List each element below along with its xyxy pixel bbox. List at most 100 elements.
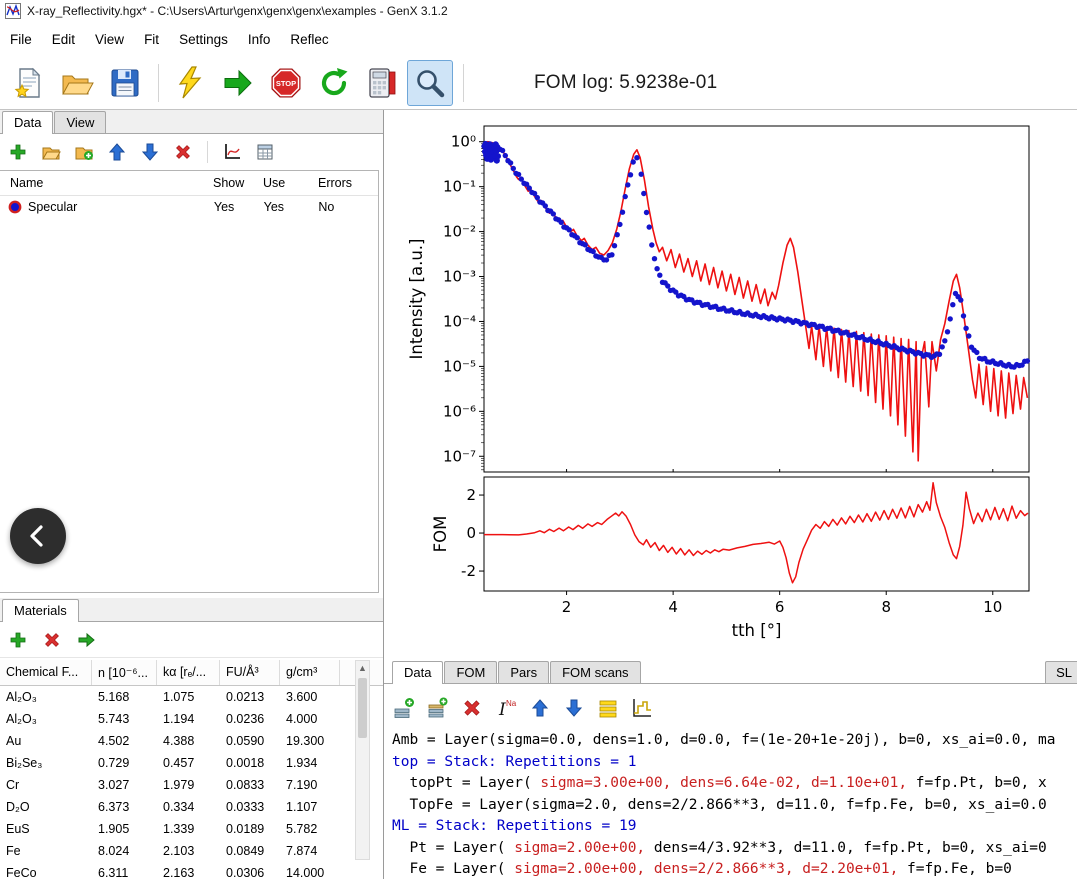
menu-info[interactable]: Info <box>238 25 281 54</box>
restart-fit-button[interactable] <box>311 60 357 106</box>
tab-sld-fragment[interactable]: SL <box>1045 661 1077 683</box>
simulate-button[interactable] <box>167 60 213 106</box>
delete-dataset-icon <box>173 142 193 162</box>
menu-settings[interactable]: Settings <box>169 25 238 54</box>
import-dataset-button[interactable] <box>39 140 63 164</box>
tab-fom[interactable]: FOM <box>444 661 497 683</box>
material-row[interactable]: Fe8.0242.1030.08497.874 <box>0 840 384 862</box>
open-model-icon <box>60 66 94 100</box>
column-header[interactable]: n [10⁻⁶... <box>92 660 157 685</box>
code-editor[interactable]: Amb = Layer(sigma=0.0, dens=1.0, d=0.0, … <box>392 730 1077 879</box>
svg-text:10⁻⁷: 10⁻⁷ <box>443 447 476 465</box>
instrument-button[interactable]: I Na <box>494 696 518 720</box>
material-cell: 6.373 <box>92 798 157 816</box>
apply-material-button[interactable] <box>74 628 98 652</box>
materials-scrollbar[interactable]: ▲ <box>355 660 370 860</box>
material-cell: 0.0189 <box>220 820 280 838</box>
start-fit-button[interactable] <box>215 60 261 106</box>
plot-settings-icon <box>222 142 242 162</box>
dataset-errors: No <box>318 200 378 214</box>
materials-tbody: Al₂O₃5.1681.0750.02133.600Al₂O₃5.7431.19… <box>0 686 384 879</box>
move-down-button[interactable] <box>138 140 162 164</box>
material-cell: 19.300 <box>280 732 340 750</box>
delete-material-icon <box>42 630 62 650</box>
delete-item-button[interactable] <box>460 696 484 720</box>
svg-text:0: 0 <box>466 524 476 542</box>
sld-profile-icon <box>631 697 653 719</box>
material-row[interactable]: Au4.5024.3880.059019.300 <box>0 730 384 752</box>
material-cell: 0.0236 <box>220 710 280 728</box>
sld-profile-button[interactable] <box>630 696 654 720</box>
calc-button[interactable] <box>253 140 277 164</box>
grid-view-button[interactable] <box>596 696 620 720</box>
column-header[interactable]: Show <box>213 176 263 190</box>
dataset-row[interactable]: Specular Yes Yes No <box>0 196 378 218</box>
column-header[interactable]: Chemical F... <box>0 660 92 685</box>
column-header[interactable]: g/cm³ <box>280 660 340 685</box>
add-simulation-button[interactable] <box>72 140 96 164</box>
material-row[interactable]: FeCo6.3112.1630.030614.000 <box>0 862 384 879</box>
reflectivity-plot[interactable]: 10⁰10⁻¹10⁻²10⁻³10⁻⁴10⁻⁵10⁻⁶10⁻⁷-20224681… <box>384 110 1077 656</box>
zoom-icon <box>414 67 446 99</box>
open-model-button[interactable] <box>54 60 100 106</box>
material-cell: 1.194 <box>157 710 220 728</box>
error-calc-button[interactable] <box>359 60 405 106</box>
menu-file[interactable]: File <box>0 25 42 54</box>
tab-data[interactable]: Data <box>2 111 53 134</box>
scroll-up-icon[interactable]: ▲ <box>356 661 369 676</box>
svg-text:6: 6 <box>775 598 785 616</box>
delete-dataset-button[interactable] <box>171 140 195 164</box>
move-up-button[interactable] <box>105 140 129 164</box>
svg-text:-2: -2 <box>461 562 476 580</box>
add-material-icon <box>8 630 28 650</box>
column-header[interactable]: kα [rₑ/... <box>157 660 220 685</box>
save-model-button[interactable] <box>102 60 148 106</box>
toolbar-separator <box>158 64 159 102</box>
tab-pars[interactable]: Pars <box>498 661 549 683</box>
add-material-button[interactable] <box>6 628 30 652</box>
column-header[interactable]: Use <box>263 176 318 190</box>
material-row[interactable]: Bi₂Se₃0.7290.4570.00181.934 <box>0 752 384 774</box>
new-model-button[interactable] <box>6 60 52 106</box>
material-row[interactable]: Al₂O₃5.7431.1940.02364.000 <box>0 708 384 730</box>
move-layer-up-button[interactable] <box>528 696 552 720</box>
zoom-button[interactable] <box>407 60 453 106</box>
column-header[interactable]: Name <box>0 176 213 190</box>
column-header[interactable]: FU/Å³ <box>220 660 280 685</box>
tab-materials[interactable]: Materials <box>2 599 79 622</box>
svg-text:10⁻⁵: 10⁻⁵ <box>443 357 476 375</box>
material-cell: 0.0833 <box>220 776 280 794</box>
tab-data[interactable]: Data <box>392 661 443 684</box>
menu-fit[interactable]: Fit <box>134 25 169 54</box>
menu-edit[interactable]: Edit <box>42 25 85 54</box>
material-cell: 1.934 <box>280 754 340 772</box>
tab-fom-scans[interactable]: FOM scans <box>550 661 640 683</box>
tab-view[interactable]: View <box>54 111 106 133</box>
delete-material-button[interactable] <box>40 628 64 652</box>
material-cell: 0.457 <box>157 754 220 772</box>
material-cell: 0.0849 <box>220 842 280 860</box>
material-row[interactable]: D₂O6.3730.3340.03331.107 <box>0 796 384 818</box>
collapse-panel-button[interactable] <box>10 508 66 564</box>
left-panel: DataView <box>0 110 384 879</box>
move-layer-down-button[interactable] <box>562 696 586 720</box>
data-toolbar <box>0 134 383 170</box>
svg-text:2: 2 <box>466 486 476 504</box>
add-dataset-button[interactable] <box>6 140 30 164</box>
move-up-icon <box>107 142 127 162</box>
material-cell: 0.0018 <box>220 754 280 772</box>
calc-icon <box>255 142 275 162</box>
material-row[interactable]: Cr3.0271.9790.08337.190 <box>0 774 384 796</box>
insert-layer-button[interactable] <box>392 696 416 720</box>
stop-fit-button[interactable]: STOP <box>263 60 309 106</box>
menu-view[interactable]: View <box>85 25 134 54</box>
insert-stack-button[interactable] <box>426 696 450 720</box>
material-row[interactable]: Al₂O₃5.1681.0750.02133.600 <box>0 686 384 708</box>
scroll-thumb[interactable] <box>358 678 367 738</box>
material-row[interactable]: EuS1.9051.3390.01895.782 <box>0 818 384 840</box>
plot-settings-button[interactable] <box>220 140 244 164</box>
material-cell: 4.388 <box>157 732 220 750</box>
menu-reflec[interactable]: Reflec <box>280 25 338 54</box>
svg-text:10⁻³: 10⁻³ <box>443 268 476 286</box>
column-header[interactable]: Errors <box>318 176 378 190</box>
